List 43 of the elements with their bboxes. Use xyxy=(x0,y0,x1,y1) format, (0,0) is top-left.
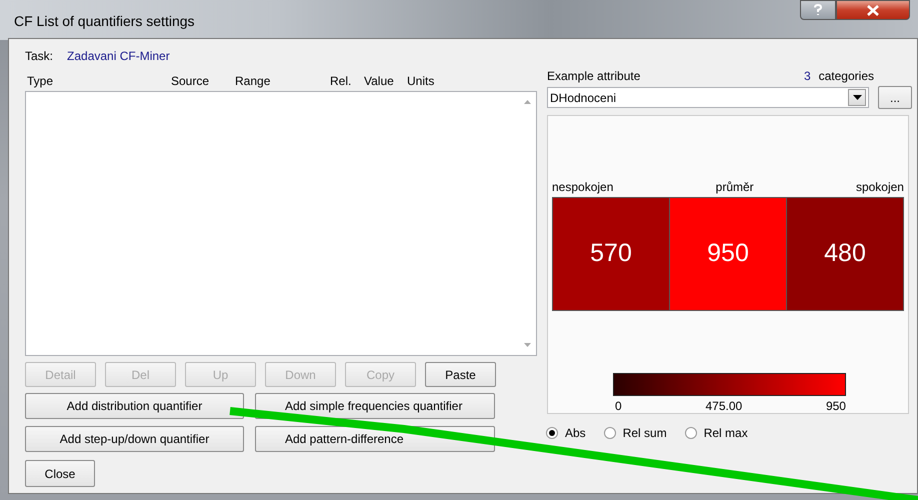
scroll-down-icon[interactable] xyxy=(524,343,531,347)
heatmap-cell: 480 xyxy=(787,198,903,310)
task-name: Zadavani CF-Miner xyxy=(67,49,170,63)
close-button[interactable] xyxy=(836,0,910,20)
add-quantifier-button[interactable]: Add step-up/down quantifier xyxy=(25,426,244,452)
window-title: CF List of quantifiers settings xyxy=(14,13,195,29)
category-label: průměr xyxy=(716,180,754,194)
column-header: Source xyxy=(171,74,210,88)
scale-mid: 475.00 xyxy=(705,399,742,413)
scale-max: 950 xyxy=(826,399,846,413)
close-icon xyxy=(867,4,879,16)
help-button[interactable] xyxy=(800,0,836,20)
add-quantifier-button[interactable]: Add simple frequencies quantifier xyxy=(255,393,495,419)
attribute-dropdown[interactable]: DHodnoceni xyxy=(547,87,869,108)
column-header: Type xyxy=(27,74,54,88)
category-count: 3 xyxy=(804,69,811,83)
category-label: nespokojen xyxy=(552,180,614,194)
column-header: Value xyxy=(364,74,394,88)
browse-button[interactable]: ... xyxy=(878,86,912,109)
category-count-label: categories xyxy=(818,69,874,83)
attribute-value: DHodnoceni xyxy=(550,90,616,104)
mode-radio[interactable]: Rel max xyxy=(684,426,748,440)
radio-circle[interactable] xyxy=(546,427,558,439)
column-header: Range xyxy=(235,74,270,88)
heatmap-cell: 570 xyxy=(553,198,670,310)
mode-radio[interactable]: Rel sum xyxy=(604,426,667,440)
column-header: Units xyxy=(407,74,434,88)
category-label: spokojen xyxy=(856,180,904,194)
radio-circle[interactable] xyxy=(604,427,616,439)
task-label: Task: xyxy=(25,49,54,63)
scale-min: 0 xyxy=(615,399,622,413)
dropdown-arrow-icon xyxy=(852,95,862,100)
help-icon xyxy=(813,4,823,16)
heatmap-cell: 950 xyxy=(670,198,787,310)
close-dialog-button[interactable]: Close xyxy=(25,460,95,487)
attribute-label: Example attribute xyxy=(547,69,640,83)
column-header: Rel. xyxy=(330,74,352,88)
add-quantifier-button[interactable]: Add distribution quantifier xyxy=(25,393,244,419)
radio-circle[interactable] xyxy=(684,427,697,439)
mode-radio[interactable]: Abs xyxy=(546,426,586,440)
list-button[interactable]: Paste xyxy=(425,362,496,387)
scroll-up-icon[interactable] xyxy=(524,100,531,104)
dropdown-button[interactable] xyxy=(848,89,866,106)
